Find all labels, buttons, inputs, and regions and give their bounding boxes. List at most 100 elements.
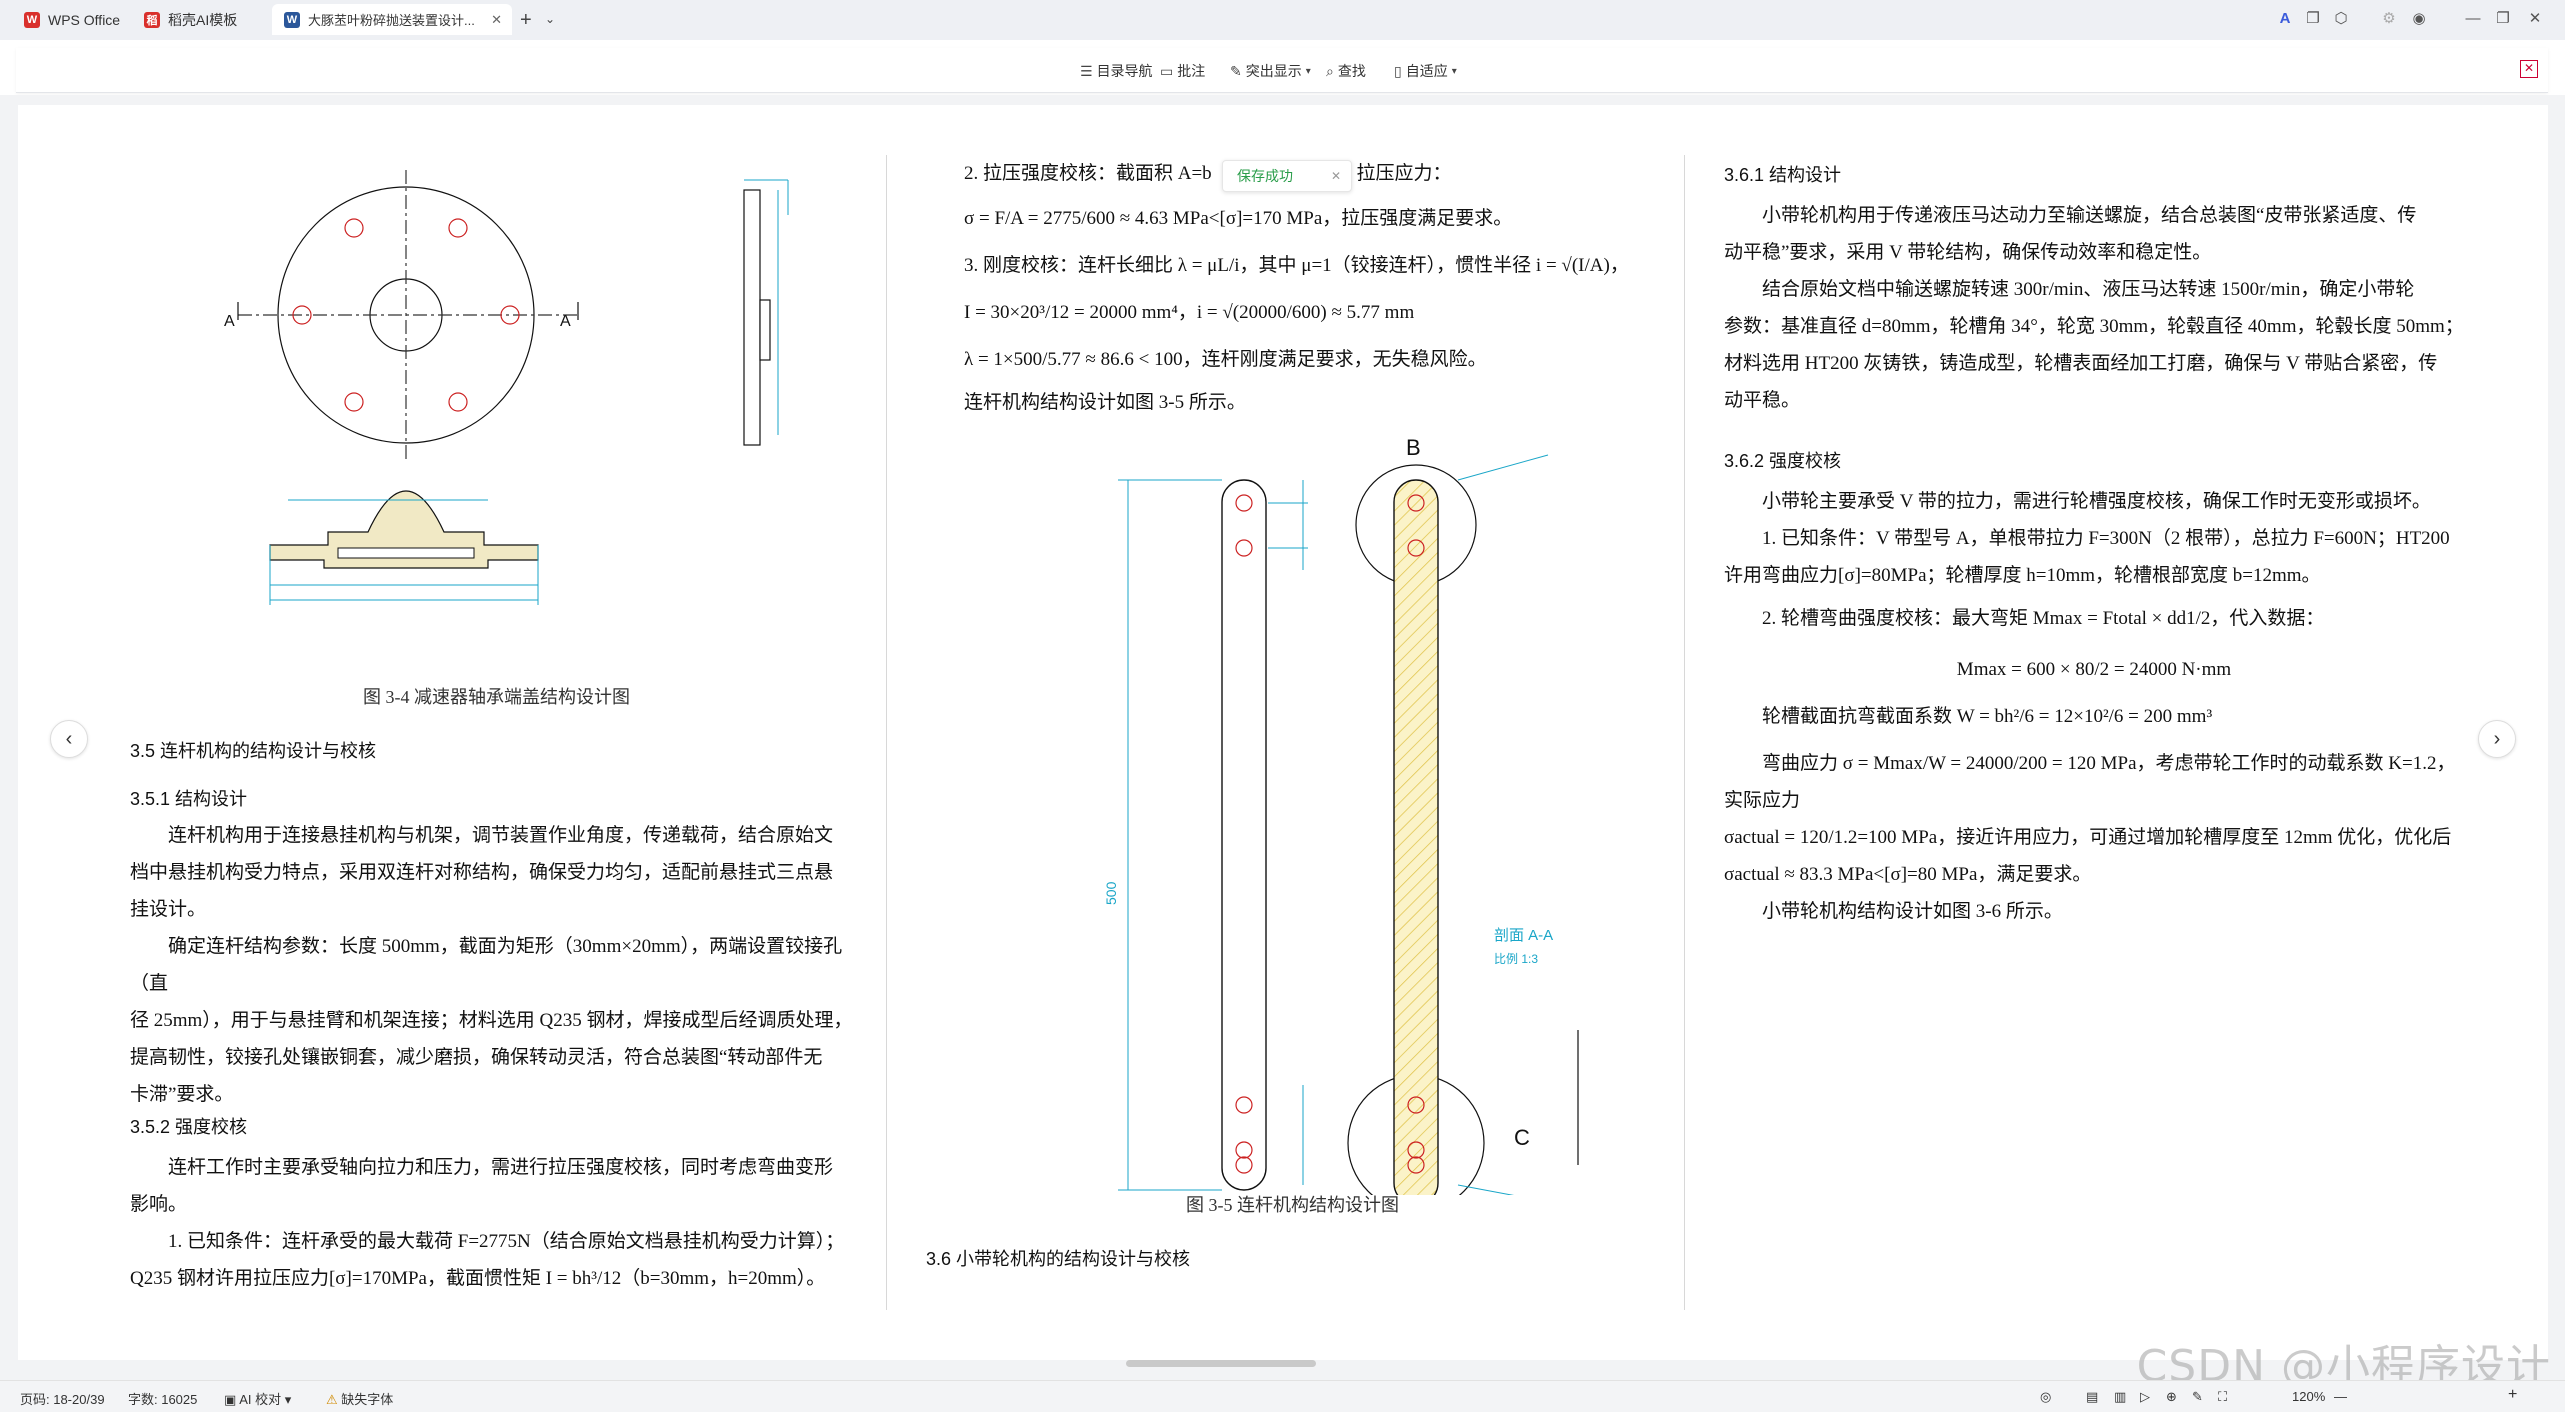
web-view-icon[interactable]: ⊕ bbox=[2166, 1389, 2177, 1405]
tab-wps-office[interactable]: W WPS Office bbox=[12, 4, 124, 35]
formula-line: σ = F/A = 2775/600 ≈ 4.63 MPa<[σ]=170 MP… bbox=[964, 208, 1513, 229]
ai-proofread-button[interactable]: ▣ AI 校对 ▾ bbox=[224, 1389, 291, 1408]
ai-label: AI 校对 bbox=[239, 1392, 282, 1407]
chevron-down-icon: ▾ bbox=[1305, 65, 1311, 77]
horizontal-scrollbar[interactable] bbox=[1126, 1360, 1316, 1367]
paragraph: 小带轮机构用于传递液压马达动力至输送螺旋，结合总装图“皮带张紧适度、传 动平稳”… bbox=[1724, 197, 2464, 419]
search-icon: ⌕ bbox=[1326, 62, 1334, 79]
pen-icon[interactable]: ✎ bbox=[2192, 1389, 2203, 1405]
text-line: 档中悬挂机构受力特点，采用双连杆对称结构，确保受力均匀，适配前悬挂式三点悬 bbox=[130, 862, 834, 883]
save-toast: 保存成功 ✕ bbox=[1222, 160, 1352, 192]
formula-line: 轮槽截面抗弯截面系数 W = bh²/6 = 12×10²/6 = 200 mm… bbox=[1762, 706, 2213, 727]
scale-label: 比例 1:3 bbox=[1494, 952, 1538, 966]
close-tab-icon[interactable]: ✕ bbox=[491, 12, 502, 28]
avatar-icon[interactable]: ◉ bbox=[2410, 10, 2428, 28]
fig-3-5-drawing: 500 B C 剖面 A-A 比例 1:3 bbox=[1103, 435, 1579, 1195]
text-line: 参数：基准直径 d=80mm，轮槽角 34°，轮宽 30mm，轮毂直径 40mm… bbox=[1724, 316, 2464, 337]
paragraph: 连杆工作时主要承受轴向拉力和压力，需进行拉压强度校核，同时考虑弯曲变形 影响。 … bbox=[130, 1149, 870, 1297]
text-line: 小带轮主要承受 V 带的拉力，需进行轮槽强度校核，确保工作时无变形或损坏。 bbox=[1762, 491, 2431, 512]
text-line: 卡滞”要求。 bbox=[130, 1084, 234, 1105]
zoom-out-icon[interactable]: — bbox=[2334, 1389, 2347, 1404]
fig-3-4-side-view bbox=[743, 179, 789, 446]
tab-label: 大豚苤叶粉碎抛送装置设计... bbox=[308, 13, 475, 28]
formula-line: λ = 1×500/5.77 ≈ 86.6 < 100，连杆刚度满足要求，无失稳… bbox=[964, 349, 1487, 370]
daoke-logo-icon: 稻 bbox=[144, 11, 160, 28]
page-view-icon[interactable]: ▤ bbox=[2086, 1389, 2098, 1405]
outline-icon: ☰ bbox=[1080, 62, 1093, 79]
find-button[interactable]: ⌕ 查找 bbox=[1326, 61, 1366, 81]
text-line: 径 25mm），用于与悬挂臂和机架连接；材料选用 Q235 钢材，焊接成型后经调… bbox=[130, 1010, 853, 1031]
minimize-icon[interactable]: — bbox=[2464, 10, 2482, 28]
page-divider bbox=[886, 155, 887, 1310]
zoom-level[interactable]: 120% bbox=[2292, 1389, 2325, 1404]
tab-daoke[interactable]: 稻 稻壳AI模板 bbox=[132, 4, 264, 35]
cube-icon[interactable]: ⬡ bbox=[2332, 10, 2350, 28]
figure-caption: 图 3-4 减速器轴承端盖结构设计图 bbox=[363, 687, 630, 707]
dimension-label: 500 bbox=[1103, 881, 1119, 905]
fit-label: 自适应 bbox=[1405, 63, 1448, 79]
restore-icon[interactable]: ❐ bbox=[2494, 10, 2512, 28]
text-line: 小带轮机构结构设计如图 3-6 所示。 bbox=[1762, 901, 2063, 922]
chevron-left-icon: ‹ bbox=[65, 727, 73, 750]
label-b: B bbox=[1406, 435, 1421, 460]
section-heading: 3.6 小带轮机构的结构设计与校核 bbox=[926, 1249, 1191, 1269]
word-count[interactable]: 字数: 16025 bbox=[128, 1389, 197, 1408]
tab-document[interactable]: W 大豚苤叶粉碎抛送装置设计... ✕ bbox=[272, 4, 512, 35]
link-section-hatched bbox=[1393, 479, 1439, 1195]
status-bar: 页码: 18-20/39 字数: 16025 ▣ AI 校对 ▾ ⚠ 缺失字体 … bbox=[0, 1380, 2565, 1412]
outline-view-icon[interactable]: ▥ bbox=[2114, 1389, 2126, 1405]
missing-font-button[interactable]: ⚠ 缺失字体 bbox=[326, 1389, 393, 1408]
tab-label: WPS Office bbox=[48, 11, 121, 28]
label-c: C bbox=[1514, 1125, 1530, 1150]
subsection-heading: 3.6.1 结构设计 bbox=[1724, 165, 1842, 185]
text-line: 提高韧性，铰接孔处镶嵌铜套，减少磨损，确保转动灵活，符合总装图“转动部件无 bbox=[130, 1047, 823, 1068]
fig-3-4-drawing: A A bbox=[224, 170, 579, 605]
eye-icon[interactable]: ◎ bbox=[2040, 1389, 2051, 1405]
highlight-button[interactable]: ✎ 突出显示 ▾ bbox=[1230, 61, 1311, 81]
text-line: 1. 已知条件：连杆承受的最大载荷 F=2775N（结合原始文档悬挂机构受力计算… bbox=[168, 1231, 845, 1252]
formula-line: 3. 刚度校核：连杆长细比 λ = μL/i，其中 μ=1（铰接连杆），惯性半径… bbox=[964, 255, 1629, 276]
close-toast-icon[interactable]: ✕ bbox=[1331, 169, 1341, 183]
formula-line: 弯曲应力 σ = Mmax/W = 24000/200 = 120 MPa，考虑… bbox=[1724, 753, 2456, 811]
subsection-heading: 3.5.2 强度校核 bbox=[130, 1117, 248, 1137]
fit-button[interactable]: ▯ 自适应 ▾ bbox=[1394, 61, 1457, 81]
play-icon[interactable]: ▷ bbox=[2140, 1389, 2150, 1405]
chevron-down-icon[interactable]: ⌄ bbox=[545, 12, 555, 26]
text-line: 连杆机构用于连接悬挂机构与机架，调节装置作业角度，传递载荷，结合原始文 bbox=[168, 825, 834, 846]
proofread-icon: ▣ bbox=[224, 1392, 240, 1407]
subsection-heading: 3.5.1 结构设计 bbox=[130, 789, 248, 809]
link-outline bbox=[1221, 479, 1267, 1191]
fit-icon[interactable]: ⛶ bbox=[2218, 1389, 2227, 1405]
page-fit-icon: ▯ bbox=[1394, 62, 1402, 79]
zoom-in-icon[interactable]: + bbox=[2508, 1386, 2517, 1404]
ai-icon[interactable]: A bbox=[2276, 10, 2294, 28]
window-icon[interactable]: ❐ bbox=[2304, 10, 2322, 28]
settings-icon[interactable]: ⚙ bbox=[2380, 10, 2398, 28]
prev-page-button[interactable]: ‹ bbox=[50, 720, 88, 758]
text-line: 连杆机构结构设计如图 3-5 所示。 bbox=[964, 392, 1246, 413]
reading-toolbar: ☰ 目录导航 ▭ 批注 ✎ 突出显示 ▾ ⌕ 查找 ▯ 自适应 ▾ ✕ bbox=[16, 48, 2548, 93]
formula-line: I = 30×20³/12 = 20000 mm⁴，i = √(20000/60… bbox=[964, 302, 1415, 323]
svg-text:A: A bbox=[560, 313, 571, 330]
text-line: 材料选用 HT200 灰铸铁，铸造成型，轮槽表面经加工打磨，确保与 V 带贴合紧… bbox=[1724, 353, 2438, 374]
formula-line: σactual = 120/1.2=100 MPa，接近许用应力，可通过增加轮槽… bbox=[1724, 827, 2452, 848]
text-line: Q235 钢材许用拉压应力[σ]=170MPa，截面惯性矩 I = bh³/12… bbox=[130, 1268, 826, 1289]
highlight-label: 突出显示 bbox=[1245, 63, 1302, 79]
paragraph: 连杆机构用于连接悬挂机构与机架，调节装置作业角度，传递载荷，结合原始文 档中悬挂… bbox=[130, 817, 870, 1113]
toast-text: 保存成功 bbox=[1237, 168, 1293, 184]
new-tab-icon[interactable]: + bbox=[520, 9, 532, 32]
page-indicator[interactable]: 页码: 18-20/39 bbox=[20, 1389, 105, 1408]
text-line: 影响。 bbox=[130, 1194, 188, 1215]
formula-line: 2. 轮槽弯曲强度校核：最大弯矩 Mmax = Ftotal × dd1/2，代… bbox=[1762, 608, 2325, 629]
paragraph: 2. 拉压强度校核：截面积 A=b mm², 拉压应力： σ = F/A = 27… bbox=[964, 155, 1664, 421]
nav-button[interactable]: ☰ 目录导航 bbox=[1080, 61, 1153, 81]
text-line: 确定连杆结构参数：长度 500mm，截面为矩形（30mm×20mm），两端设置铰… bbox=[130, 936, 843, 994]
exit-reading-button[interactable]: ✕ bbox=[2520, 60, 2538, 78]
word-doc-icon: W bbox=[284, 11, 300, 28]
svg-text:A: A bbox=[224, 313, 235, 330]
page-spread: A A 图 3-4 减速器轴承端盖结构设计图 3.5 连杆机构的结构设计与校核 … bbox=[18, 105, 2548, 1360]
close-window-icon[interactable]: ✕ bbox=[2526, 10, 2544, 28]
next-page-button[interactable]: › bbox=[2478, 720, 2516, 758]
comment-button[interactable]: ▭ 批注 bbox=[1160, 61, 1205, 81]
section-heading: 3.5 连杆机构的结构设计与校核 bbox=[130, 741, 377, 761]
